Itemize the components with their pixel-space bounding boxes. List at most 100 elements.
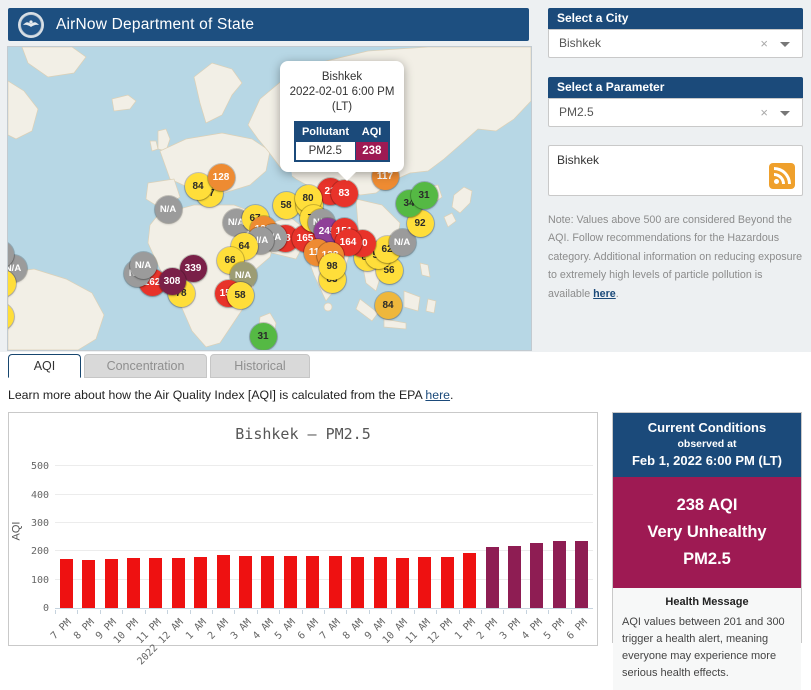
chart-bar[interactable] — [82, 560, 95, 608]
parameter-select-value: PM2.5 — [559, 105, 594, 119]
chart-bar[interactable] — [239, 556, 252, 608]
chart-bar[interactable] — [396, 558, 409, 608]
x-tick-mark — [77, 610, 78, 614]
aqi-marker[interactable]: 31 — [411, 182, 438, 209]
popup-city: Bishkek — [288, 70, 396, 85]
map-popup: Bishkek 2022-02-01 6:00 PM (LT) Pollutan… — [280, 61, 404, 172]
chart-bar[interactable] — [261, 556, 274, 608]
note-text: Note: Values above 500 are considered Be… — [548, 214, 802, 300]
beyond-aqi-note: Note: Values above 500 are considered Be… — [548, 211, 805, 303]
aqi-marker[interactable]: 31 — [250, 323, 277, 350]
chart-bar[interactable] — [441, 557, 454, 608]
aqi-marker[interactable]: 84 — [375, 292, 402, 319]
learn-more-suffix: . — [450, 388, 453, 402]
x-tick-mark — [324, 610, 325, 614]
city-clear-icon[interactable]: × — [760, 30, 768, 57]
observed-datetime: Feb 1, 2022 6:00 PM (LT) — [617, 453, 797, 468]
x-tick-mark — [167, 610, 168, 614]
x-tick-mark — [212, 610, 213, 614]
parameter-select[interactable]: PM2.5 × — [548, 98, 803, 127]
note-here-link[interactable]: here — [593, 288, 616, 300]
current-aqi-block: 238 AQI Very Unhealthy PM2.5 — [613, 477, 801, 588]
rss-icon[interactable] — [769, 163, 795, 189]
x-tick-mark — [548, 610, 549, 614]
note-suffix: . — [616, 288, 619, 300]
aqi-marker[interactable]: 128 — [208, 164, 235, 191]
dos-seal-icon — [18, 12, 44, 38]
popup-timezone: (LT) — [288, 100, 396, 115]
x-tick-mark — [122, 610, 123, 614]
tab-aqi[interactable]: AQI — [8, 354, 81, 378]
parameter-chevron-down-icon[interactable] — [780, 111, 790, 116]
x-tick-mark — [391, 610, 392, 614]
chart-bar[interactable] — [508, 546, 521, 608]
aqi-marker[interactable]: 98 — [319, 253, 346, 280]
select-parameter-header: Select a Parameter — [548, 77, 803, 98]
chart-bar[interactable] — [486, 547, 499, 608]
chart-bar[interactable] — [217, 555, 230, 608]
chart-bar[interactable] — [553, 541, 566, 608]
app-title: AirNow Department of State — [56, 16, 254, 34]
parameter-clear-icon[interactable]: × — [760, 99, 768, 126]
learn-more-here-link[interactable]: here — [425, 388, 450, 402]
chart-bar[interactable] — [172, 558, 185, 608]
health-message-block: Health Message AQI values between 201 an… — [613, 588, 801, 690]
chart-bar[interactable] — [351, 557, 364, 608]
popup-table: Pollutant AQI PM2.5 238 — [294, 121, 390, 162]
y-tick-label: 400 — [15, 490, 49, 501]
map-basemap — [8, 47, 531, 350]
aqi-marker[interactable]: 83 — [331, 180, 358, 207]
chart-bar[interactable] — [149, 558, 162, 608]
current-conditions-panel: Current Conditions observed at Feb 1, 20… — [612, 412, 802, 643]
chart-plot-area[interactable]: 01002003004005007 PM8 PM9 PM10 PM11 PM20… — [55, 453, 593, 609]
y-tick-label: 100 — [15, 575, 49, 586]
city-chevron-down-icon[interactable] — [780, 42, 790, 47]
chart-bar[interactable] — [329, 556, 342, 608]
x-tick-mark — [302, 610, 303, 614]
y-tick-label: 300 — [15, 518, 49, 529]
chart-title: Bishkek – PM2.5 — [9, 425, 597, 443]
aqi-marker[interactable]: N/A — [155, 196, 182, 223]
chart-bar[interactable] — [60, 559, 73, 608]
current-aqi-category: Very Unhealthy — [617, 519, 797, 546]
y-tick-label: 0 — [15, 603, 49, 614]
chart-bar[interactable] — [127, 558, 140, 608]
chart-bar[interactable] — [418, 557, 431, 608]
chart-bar[interactable] — [194, 557, 207, 608]
chart-bar[interactable] — [306, 556, 319, 608]
city-feed-box: Bishkek — [548, 145, 803, 196]
x-tick-mark — [346, 610, 347, 614]
x-tick-mark — [526, 610, 527, 614]
x-tick-mark — [414, 610, 415, 614]
city-select[interactable]: Bishkek × — [548, 29, 803, 58]
x-tick-mark — [369, 610, 370, 614]
x-tick-mark — [279, 610, 280, 614]
aqi-marker[interactable]: N/A — [130, 252, 157, 279]
current-pollutant: PM2.5 — [617, 546, 797, 573]
aqi-marker[interactable]: 308 — [159, 268, 186, 295]
x-tick-mark — [234, 610, 235, 614]
popup-col-pollutant: Pollutant — [295, 122, 355, 142]
chart-bar[interactable] — [463, 553, 476, 608]
chart-bar[interactable] — [284, 556, 297, 608]
current-conditions-title: Current Conditions — [617, 420, 797, 435]
chart-bar[interactable] — [105, 559, 118, 608]
city-select-value: Bishkek — [559, 36, 601, 50]
chart-bar[interactable] — [575, 541, 588, 609]
current-aqi-value: 238 AQI — [617, 492, 797, 519]
x-tick-mark — [571, 610, 572, 614]
x-tick-mark — [257, 610, 258, 614]
tab-concentration[interactable]: Concentration — [84, 354, 207, 378]
aqi-bar-chart-panel: Bishkek – PM2.5 AQI 01002003004005007 PM… — [8, 412, 598, 646]
aqi-marker[interactable]: 58 — [227, 282, 254, 309]
chart-bar[interactable] — [530, 543, 543, 608]
health-message-title: Health Message — [622, 596, 792, 608]
x-tick-mark — [190, 610, 191, 614]
tab-historical[interactable]: Historical — [210, 354, 310, 378]
y-tick-label: 200 — [15, 546, 49, 557]
x-tick-mark — [145, 610, 146, 614]
chart-bar[interactable] — [374, 557, 387, 608]
popup-aqi-value: 238 — [355, 142, 389, 162]
world-aqi-map[interactable]: N/A5784128N/A6713258N/AN/A1656466N/A3397… — [8, 47, 531, 350]
view-tabs: AQIConcentrationHistorical — [8, 354, 310, 378]
